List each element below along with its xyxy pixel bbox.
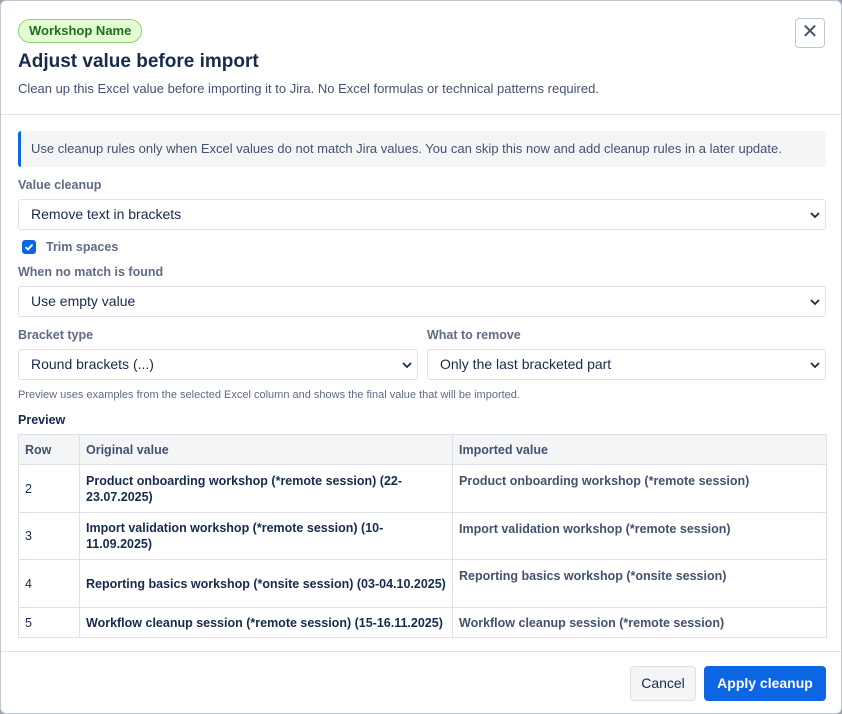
imported-value: Import validation workshop (*remote sess… [452, 512, 827, 560]
preview-table: Row Original value Imported value 2 Prod… [18, 434, 827, 638]
apply-cleanup-button[interactable]: Apply cleanup [704, 666, 826, 701]
no-match-value: Use empty value [31, 293, 136, 309]
column-header-original: Original value [79, 434, 453, 465]
dialog-footer: Cancel Apply cleanup [1, 651, 841, 713]
column-header-row: Row [18, 434, 80, 465]
bracket-type-value: Round brackets (...) [31, 356, 154, 372]
preview-title: Preview [18, 413, 66, 427]
dialog-title: Adjust value before import [18, 51, 259, 72]
checkmark-icon [24, 243, 34, 251]
row-number: 5 [18, 607, 80, 638]
no-match-label: When no match is found [18, 265, 164, 279]
row-number: 3 [18, 512, 80, 560]
chevron-down-icon [810, 299, 820, 306]
value-cleanup-value: Remove text in brackets [31, 206, 182, 222]
table-header-row: Row Original value Imported value [18, 434, 827, 465]
bracket-type-select[interactable]: Round brackets (...) [18, 349, 418, 380]
original-value: Import validation workshop (*remote sess… [79, 512, 453, 560]
trim-spaces-checkbox[interactable] [22, 240, 36, 254]
bracket-type-label: Bracket type [18, 328, 94, 342]
bracket-type-group: Bracket type Round brackets (...) [18, 328, 418, 380]
original-value: Product onboarding workshop (*remote ses… [79, 464, 453, 513]
original-value: Reporting basics workshop (*onsite sessi… [79, 559, 453, 608]
value-cleanup-label: Value cleanup [18, 178, 102, 192]
chevron-down-icon [810, 362, 820, 369]
close-icon: ✕ [801, 21, 819, 43]
table-row: 5 Workflow cleanup session (*remote sess… [18, 607, 827, 638]
no-match-select[interactable]: Use empty value [18, 286, 826, 317]
value-cleanup-select[interactable]: Remove text in brackets [18, 199, 826, 230]
trim-spaces-row[interactable]: Trim spaces [18, 240, 826, 254]
imported-value: Product onboarding workshop (*remote ses… [452, 464, 827, 513]
table-row: 3 Import validation workshop (*remote se… [18, 512, 827, 560]
dialog-header: Workshop Name ✕ Adjust value before impo… [1, 1, 841, 115]
table-row: 4 Reporting basics workshop (*onsite ses… [18, 559, 827, 608]
what-to-remove-group: What to remove Only the last bracketed p… [427, 328, 826, 380]
import-dialog: Workshop Name ✕ Adjust value before impo… [0, 0, 842, 714]
imported-value: Reporting basics workshop (*onsite sessi… [452, 559, 827, 608]
what-to-remove-label: What to remove [427, 328, 521, 342]
close-button[interactable]: ✕ [795, 18, 825, 48]
field-badge: Workshop Name [18, 19, 143, 43]
info-banner: Use cleanup rules only when Excel values… [18, 131, 826, 167]
preview-note: Preview uses examples from the selected … [18, 389, 520, 401]
bracket-options-row: Bracket type Round brackets (...) What t… [18, 328, 826, 380]
imported-value: Workflow cleanup session (*remote sessio… [452, 607, 827, 638]
chevron-down-icon [810, 212, 820, 219]
dialog-body: Use cleanup rules only when Excel values… [18, 131, 827, 638]
original-value: Workflow cleanup session (*remote sessio… [79, 607, 453, 638]
row-number: 4 [18, 559, 80, 608]
row-number: 2 [18, 464, 80, 513]
cancel-button[interactable]: Cancel [630, 666, 696, 701]
table-row: 2 Product onboarding workshop (*remote s… [18, 464, 827, 513]
trim-spaces-label: Trim spaces [46, 240, 119, 254]
column-header-imported: Imported value [452, 434, 827, 465]
chevron-down-icon [402, 362, 412, 369]
dialog-subtitle: Clean up this Excel value before importi… [18, 81, 599, 96]
what-to-remove-value: Only the last bracketed part [440, 356, 612, 372]
what-to-remove-select[interactable]: Only the last bracketed part [427, 349, 826, 380]
